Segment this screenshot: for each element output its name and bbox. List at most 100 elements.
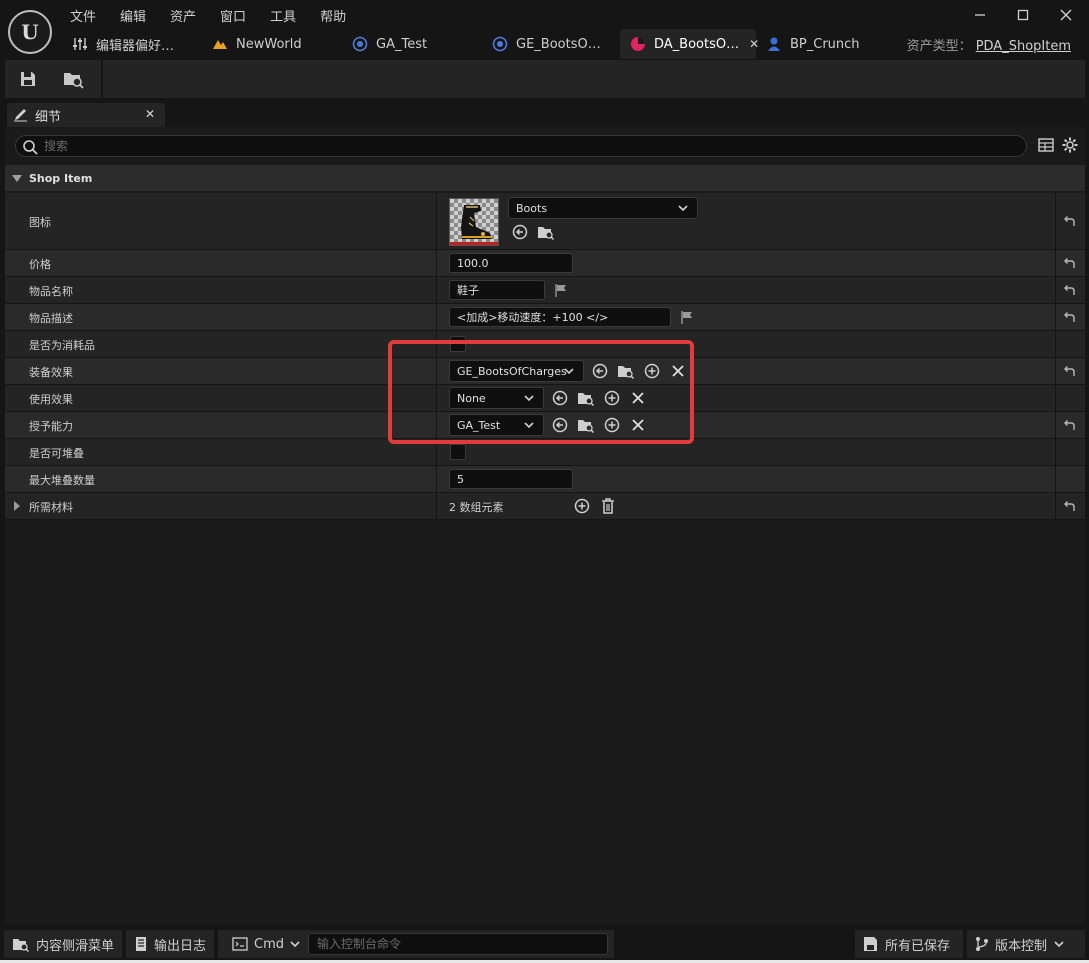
tab-ge-boots[interactable]: GE_BootsO… [482, 29, 620, 59]
output-log-label: 输出日志 [154, 938, 207, 954]
toolbar [5, 60, 1085, 98]
grant-ability-combo[interactable]: GA_Test [449, 414, 544, 436]
clear-button[interactable] [668, 361, 688, 381]
search-icon [23, 140, 38, 155]
combo-value: None [457, 391, 486, 405]
expand-arrow-icon[interactable] [13, 501, 21, 511]
content-drawer-button[interactable]: 内容侧滑菜单 [4, 930, 122, 958]
chevron-down-icon [564, 368, 574, 375]
tab-ga-test[interactable]: GA_Test [342, 29, 482, 59]
reset-to-default-button[interactable] [1057, 493, 1081, 519]
close-window-button[interactable] [1044, 2, 1088, 28]
save-button[interactable] [13, 65, 43, 93]
asset-type-link[interactable]: PDA_ShopItem [976, 39, 1071, 54]
reset-to-default-button[interactable] [1057, 250, 1081, 276]
browse-folder-icon [578, 393, 595, 406]
asset-type: 资产类型： PDA_ShopItem [907, 35, 1071, 54]
localization-flag-button[interactable] [677, 307, 697, 327]
chevron-down-icon[interactable] [289, 938, 301, 950]
tab-editor-preferences[interactable]: 编辑器偏好… [62, 29, 202, 59]
stackable-checkbox[interactable] [450, 444, 466, 460]
reset-divider [1055, 466, 1056, 492]
reset-divider [1055, 385, 1056, 411]
reset-to-default-button[interactable] [1057, 304, 1081, 330]
category-label: Shop Item [29, 171, 93, 185]
reset-divider [1055, 304, 1056, 330]
search-input[interactable] [44, 137, 1004, 155]
reset-arrow-icon [1064, 312, 1075, 322]
pencil-icon [14, 109, 27, 122]
reset-to-default-button[interactable] [1057, 208, 1081, 234]
chevron-down-icon [1054, 941, 1064, 948]
item-description-input[interactable]: <加成>移动速度：+100 </> [449, 307, 671, 327]
item-name-input[interactable]: 鞋子 [449, 280, 545, 300]
use-selected-button[interactable] [550, 415, 570, 435]
details-panel-tab[interactable]: 细节 ✕ [7, 103, 165, 127]
use-selected-button[interactable] [550, 388, 570, 408]
output-log-button[interactable]: 输出日志 [126, 930, 214, 958]
price-input[interactable]: 100.0 [449, 253, 573, 273]
property-row-grant-ability: 授予能力 GA_Test [5, 412, 1085, 439]
unreal-logo-icon[interactable]: U [8, 10, 52, 54]
category-shop-item[interactable]: Shop Item [5, 165, 1085, 191]
add-button[interactable] [602, 415, 622, 435]
max-stack-input[interactable]: 5 [449, 469, 573, 489]
console-command-input[interactable] [308, 933, 608, 955]
source-control-button[interactable]: 版本控制 [967, 930, 1085, 958]
maximize-icon [1017, 9, 1029, 21]
menu-asset[interactable]: 资产 [158, 4, 208, 26]
property-matrix-icon[interactable] [1038, 138, 1054, 152]
property-row-max-stack: 最大堆叠数量 5 [5, 466, 1085, 493]
browse-asset-button[interactable] [616, 361, 636, 381]
reset-to-default-button[interactable] [1057, 277, 1081, 303]
browse-asset-button[interactable] [576, 388, 596, 408]
add-element-button[interactable] [572, 496, 592, 516]
add-button[interactable] [642, 361, 662, 381]
level-icon [212, 36, 228, 52]
property-row-stackable: 是否可堆叠 [5, 439, 1085, 466]
menu-help[interactable]: 帮助 [308, 4, 358, 26]
plus-circle-icon [574, 498, 590, 514]
close-panel-icon[interactable]: ✕ [145, 107, 155, 121]
menu-edit[interactable]: 编辑 [108, 4, 158, 26]
minimize-button[interactable] [958, 2, 1002, 28]
use-selected-button[interactable] [590, 361, 610, 381]
use-selected-button[interactable] [510, 222, 530, 242]
save-status-icon [863, 936, 879, 952]
browse-asset-button[interactable] [536, 222, 556, 242]
save-status-button[interactable]: 所有已保存 [855, 930, 963, 958]
reset-to-default-button[interactable] [1057, 358, 1081, 384]
browse-asset-button[interactable] [576, 415, 596, 435]
chevron-down-icon [678, 205, 688, 212]
browse-to-asset-button[interactable] [59, 65, 89, 93]
add-button[interactable] [602, 388, 622, 408]
clear-button[interactable] [628, 415, 648, 435]
maximize-button[interactable] [1001, 2, 1045, 28]
clear-array-button[interactable] [598, 496, 618, 516]
texture-thumbnail[interactable] [449, 198, 499, 246]
tab-bp-crunch[interactable]: BP_Crunch [756, 29, 876, 59]
property-label: 所需材料 [29, 501, 73, 514]
tab-newworld[interactable]: NewWorld [202, 29, 342, 59]
gear-icon[interactable] [1062, 137, 1078, 153]
property-label: 最大堆叠数量 [29, 474, 95, 487]
equip-effect-combo[interactable]: GE_BootsOfCharges [449, 360, 584, 382]
reset-to-default-button[interactable] [1057, 412, 1081, 438]
column-divider [436, 385, 437, 411]
menu-tools[interactable]: 工具 [258, 4, 308, 26]
property-label: 价格 [29, 258, 51, 271]
menu-file[interactable]: 文件 [58, 4, 108, 26]
cmd-dropdown[interactable]: Cmd [254, 937, 284, 952]
column-divider [436, 466, 437, 492]
clear-button[interactable] [628, 388, 648, 408]
browse-folder-icon [64, 73, 84, 89]
column-divider [436, 304, 437, 330]
consumable-checkbox[interactable] [450, 336, 466, 352]
tab-da-boots[interactable]: DA_BootsO… ✕ [620, 29, 759, 59]
use-effect-combo[interactable]: None [449, 387, 544, 409]
data-asset-icon [630, 36, 646, 52]
menu-window[interactable]: 窗口 [208, 4, 258, 26]
texture-picker-combo[interactable]: Boots [508, 197, 698, 219]
close-icon [1060, 9, 1072, 21]
localization-flag-button[interactable] [551, 280, 571, 300]
